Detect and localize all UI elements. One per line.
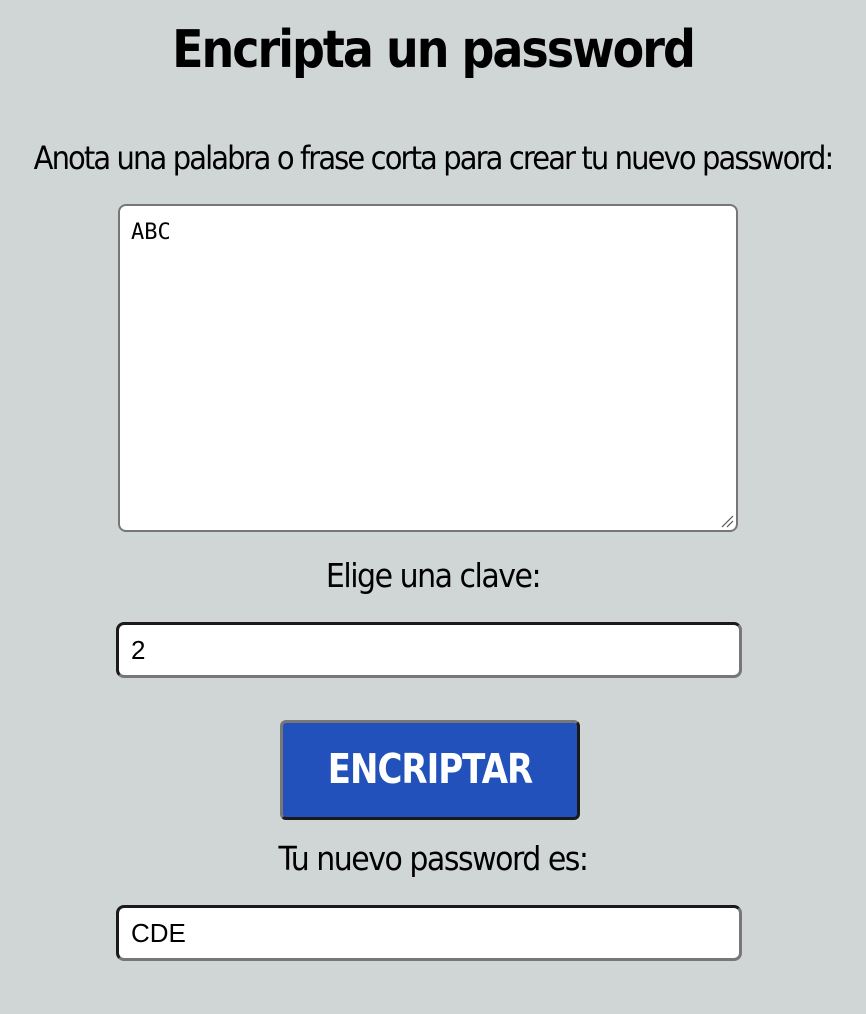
resize-handle-icon[interactable] [720, 514, 734, 528]
key-input[interactable]: 2 [116, 622, 742, 678]
phrase-label: Anota una palabra o frase corta para cre… [33, 139, 835, 177]
result-value: CDE [131, 917, 186, 948]
encrypt-button-label: ENCRIPTAR [327, 746, 533, 794]
phrase-textarea[interactable]: ABC [118, 204, 738, 532]
page-title: Encripta un password [172, 18, 696, 80]
key-value: 2 [131, 634, 146, 665]
key-label: Elige una clave: [325, 557, 542, 596]
encrypt-button[interactable]: ENCRIPTAR [280, 720, 580, 820]
result-label: Tu nuevo password es: [278, 840, 589, 879]
phrase-text: ABC [131, 220, 171, 245]
result-field[interactable]: CDE [116, 905, 742, 961]
